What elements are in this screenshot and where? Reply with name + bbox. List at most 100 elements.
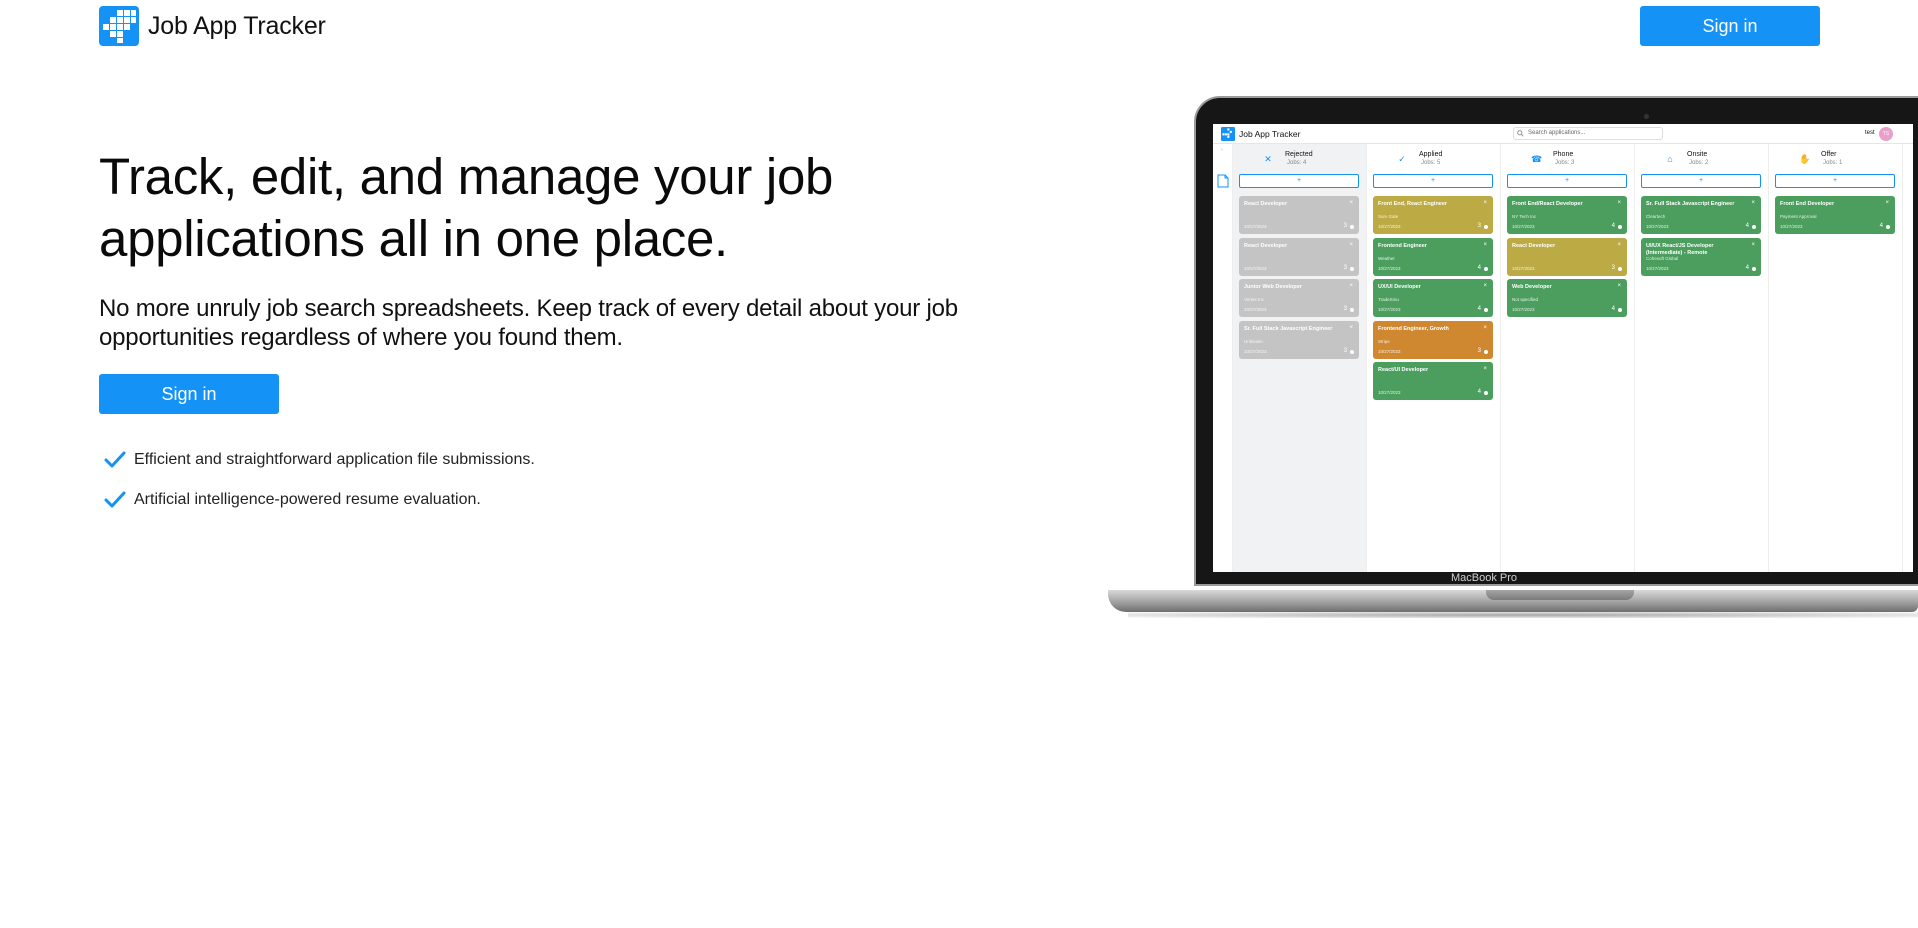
mini-column-count: Jobs: 1 xyxy=(1823,160,1843,166)
close-icon: × xyxy=(1483,241,1487,248)
status-dot xyxy=(1618,225,1622,229)
mini-card-count: 4 xyxy=(1879,223,1883,229)
mini-column-header: ⌂ Onsite Jobs: 2 xyxy=(1635,148,1769,168)
mini-card-count: 3 xyxy=(1343,347,1347,354)
chevron-icon: › xyxy=(1221,147,1223,153)
mini-column-header: ✓ Applied Jobs: 5 xyxy=(1367,148,1501,168)
laptop-screen: Job App Tracker Search applications... t… xyxy=(1213,124,1913,572)
search-icon xyxy=(1517,130,1524,137)
status-dot xyxy=(1886,225,1890,229)
close-icon: × xyxy=(1349,283,1353,289)
mini-card-date: 10/27/2023 xyxy=(1244,265,1267,271)
close-icon: × xyxy=(1483,200,1487,206)
mini-card-title: Frontend Engineer xyxy=(1378,242,1427,249)
status-dot xyxy=(1484,391,1488,395)
check-icon: ✓ xyxy=(1398,154,1406,164)
mini-job-card: Front End, React Engineer Surv Gate 10/27/… xyxy=(1373,196,1493,234)
mini-avatar: TS xyxy=(1879,127,1893,141)
mini-card-company: Vertex Inc xyxy=(1244,297,1265,302)
mini-card-title: Front End, React Engineer xyxy=(1378,201,1448,207)
mini-card-date: 10/27/2023 xyxy=(1378,224,1401,229)
document-icon xyxy=(1217,174,1229,188)
mini-add-button: + xyxy=(1239,174,1359,188)
mini-card-title: Sr. Full Stack Javascript Engineer xyxy=(1244,325,1333,332)
mini-card-title: Frontend Engineer, Growth xyxy=(1378,325,1449,332)
status-dot xyxy=(1484,225,1488,229)
top-nav: Job App Tracker Sign in xyxy=(0,0,1918,52)
mini-nav: Job App Tracker Search applications... t… xyxy=(1213,124,1913,144)
mini-card-company: Not specified xyxy=(1512,297,1539,302)
mini-card-title: React Developer xyxy=(1244,242,1288,249)
mini-job-card: Frontend Engineer Weather 10/27/2023 4 × xyxy=(1373,237,1493,276)
feature-item: Artificial intelligence-powered resume e… xyxy=(99,480,535,520)
feature-item: Efficient and straightforward applicatio… xyxy=(99,440,535,480)
mini-card-title: React Developer xyxy=(1244,201,1288,207)
mini-card-title: React Developer xyxy=(1512,242,1556,249)
status-dot xyxy=(1618,266,1622,271)
mini-column-name: Rejected xyxy=(1285,151,1313,158)
mini-card-count: 3 xyxy=(1611,264,1615,271)
mini-card-date: 10/27/2023 xyxy=(1378,390,1401,395)
mini-card-company: Weather xyxy=(1378,255,1395,261)
mini-card-title: React/UI Developer xyxy=(1378,367,1429,373)
hero-signin-button[interactable]: Sign in xyxy=(99,374,279,414)
mini-column-count: Jobs: 4 xyxy=(1287,160,1307,166)
mini-job-card: UX/UI Developer TradeSmu 10/27/2023 4 × xyxy=(1373,279,1493,317)
status-dot xyxy=(1752,225,1756,229)
mini-column-header: ✕ Rejected Jobs: 4 xyxy=(1233,148,1367,168)
feature-text: Artificial intelligence-powered resume e… xyxy=(134,491,481,508)
mini-job-card: Sr. Full Stack Javascript Engineer Unknow… xyxy=(1239,320,1359,359)
mini-card-date: 10/27/2023 xyxy=(1244,224,1267,229)
close-icon: × xyxy=(1617,283,1621,289)
logo[interactable]: Job App Tracker xyxy=(99,6,326,46)
close-icon: × xyxy=(1617,241,1621,248)
mini-card-count: 4 xyxy=(1477,306,1481,312)
mini-card-company: NY Tech Inc xyxy=(1512,214,1537,219)
mini-card-title: Front End/React Developer xyxy=(1512,201,1583,207)
feature-list: Efficient and straightforward applicatio… xyxy=(99,440,535,520)
mini-card-count: 4 xyxy=(1477,264,1481,271)
mini-card-count: 4 xyxy=(1611,223,1615,229)
mini-card-company: TradeSmu xyxy=(1378,297,1399,302)
mini-card-date: 10/27/2023 xyxy=(1378,265,1401,271)
mini-card-date: 10/27/2023 xyxy=(1646,224,1669,229)
mini-card-title: UX/UI Developer xyxy=(1378,284,1421,290)
mini-add-button: + xyxy=(1775,174,1895,188)
mini-column-onsite: ⌂ Onsite Jobs: 2 + Sr. Full Stack Javascript… xyxy=(1635,144,1769,572)
mini-column-count: Jobs: 5 xyxy=(1421,160,1441,166)
mini-card-company: Cohesoft Global xyxy=(1646,255,1679,261)
mini-job-card: React Developer 10/27/2023 3 × xyxy=(1239,237,1359,276)
mini-username: test xyxy=(1865,130,1875,136)
mini-column-name: Applied xyxy=(1419,151,1443,158)
mini-card-date: 10/27/2023 xyxy=(1378,348,1401,354)
app-title: Job App Tracker xyxy=(148,11,326,40)
status-dot xyxy=(1752,266,1756,271)
status-dot xyxy=(1350,266,1354,271)
mini-column-count: Jobs: 3 xyxy=(1555,160,1575,166)
mini-card-count: 4 xyxy=(1745,264,1749,271)
mini-column-count: Jobs: 2 xyxy=(1689,160,1709,166)
mini-column-name: Offer xyxy=(1821,151,1837,158)
header-signin-button[interactable]: Sign in xyxy=(1640,6,1820,46)
mini-card-date: 10/27/2023 xyxy=(1780,224,1803,229)
mini-card-count: 4 xyxy=(1745,223,1749,229)
close-icon: × xyxy=(1349,324,1353,331)
mini-card-date: 10/27/2023 xyxy=(1512,307,1535,312)
status-dot xyxy=(1484,349,1488,354)
mini-column-phone: ☎ Phone Jobs: 3 + Front End/React Developer N… xyxy=(1501,144,1635,572)
close-icon: × xyxy=(1349,200,1353,206)
check-icon xyxy=(104,491,126,508)
close-icon: × xyxy=(1617,200,1621,206)
mini-card-title: Front End Developer xyxy=(1780,201,1835,207)
mini-card-count: 4 xyxy=(1477,389,1481,395)
mini-column-offer: ✋ Offer Jobs: 1 + Front End Developer Payment… xyxy=(1769,144,1903,572)
mini-add-button: + xyxy=(1373,174,1493,188)
mini-card-title: Junior Web Developer xyxy=(1244,284,1302,290)
mini-card-date: 10/27/2023 xyxy=(1512,224,1535,229)
mini-card-count: 3 xyxy=(1343,306,1347,312)
check-icon xyxy=(104,451,126,468)
hand-icon: ✋ xyxy=(1799,154,1811,164)
laptop-notch xyxy=(1486,590,1634,600)
mini-card-count: 3 xyxy=(1477,347,1481,354)
feature-text: Efficient and straightforward applicatio… xyxy=(134,451,535,468)
